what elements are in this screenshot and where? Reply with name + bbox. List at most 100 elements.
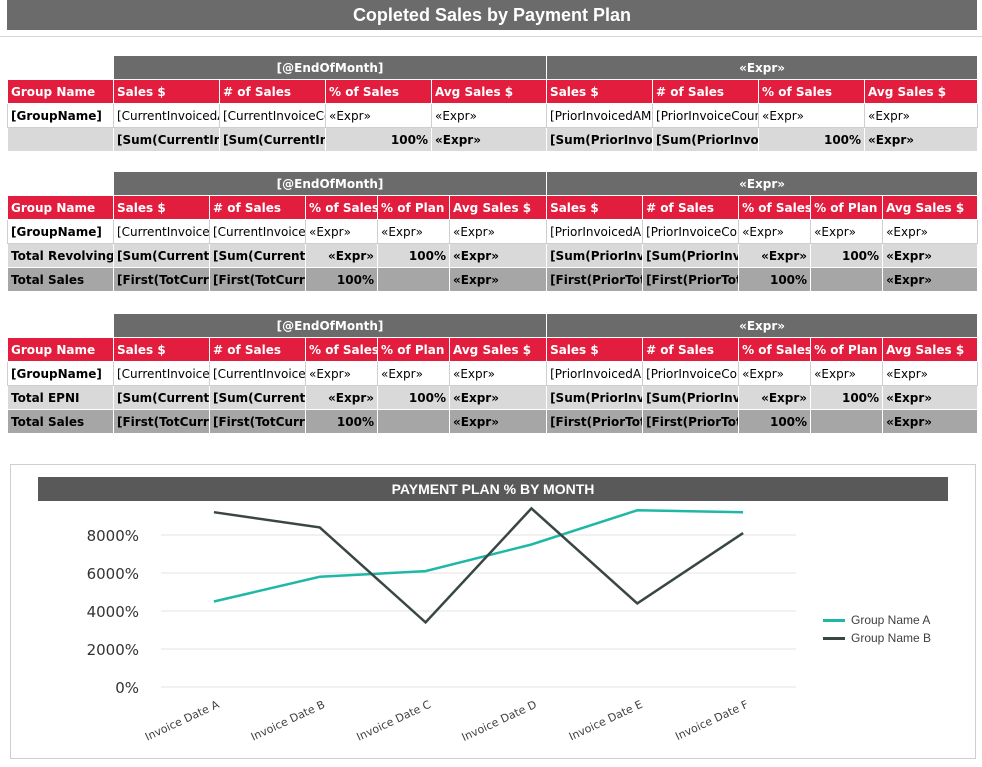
headers-cell: Sales $ bbox=[113, 195, 210, 220]
grand-row-cell: 100% bbox=[305, 267, 378, 292]
headers-cell: Avg Sales $ bbox=[448, 337, 548, 362]
total-row-cell: [Sum(PriorInvoi bbox=[546, 127, 654, 152]
total-row-cell bbox=[7, 127, 114, 152]
headers-cell: % of Sales bbox=[738, 195, 812, 220]
total-row-cell: [Sum(PriorInv bbox=[546, 385, 644, 410]
group-header-prior: «Expr» bbox=[546, 55, 979, 80]
headers-cell: % of Plan bbox=[377, 337, 450, 362]
total-row-cell: «Expr» bbox=[864, 127, 979, 152]
grand-row-cell: [First(PriorTot bbox=[642, 267, 740, 292]
title-divider bbox=[0, 36, 982, 37]
headers-cell: Sales $ bbox=[113, 79, 220, 104]
headers-cell: Sales $ bbox=[546, 79, 654, 104]
headers-cell: Group Name bbox=[7, 195, 114, 220]
grand-row-cell bbox=[810, 409, 884, 434]
data-row-cell: «Expr» bbox=[377, 361, 450, 386]
total-row-cell: [Sum(PriorInvoi bbox=[652, 127, 760, 152]
grand-row-cell: «Expr» bbox=[448, 409, 548, 434]
headers-cell: % of Plan bbox=[377, 195, 450, 220]
x-tick-label: Invoice Date C bbox=[355, 698, 434, 744]
data-row-cell: «Expr» bbox=[448, 361, 548, 386]
data-row-cell: [CurrentInvoice bbox=[209, 361, 306, 386]
column-header-row: Group Name Sales $ # of Sales% of Sales% o… bbox=[7, 337, 979, 362]
y-tick-label: 8000% bbox=[87, 527, 139, 545]
total-row-cell: Total Revolving bbox=[7, 243, 114, 268]
data-row-cell: «Expr» bbox=[810, 219, 884, 244]
headers-cell: Group Name bbox=[7, 337, 114, 362]
headers-cell: Sales $ bbox=[546, 337, 644, 362]
data-row-cell: [GroupName] bbox=[7, 103, 114, 128]
total-row-cell: «Expr» bbox=[882, 243, 979, 268]
grand-row-cell: 100% bbox=[738, 267, 812, 292]
grand-row-cell: 100% bbox=[738, 409, 812, 434]
data-row-cell: [PriorInvoiceCo bbox=[642, 219, 740, 244]
data-row-cell: «Expr» bbox=[810, 361, 884, 386]
y-tick-label: 6000% bbox=[87, 565, 139, 583]
sales-table-epni: [@EndOfMonth] «Expr» Group Name Sales $ # … bbox=[7, 313, 979, 434]
chart-legend: Group Name A Group Name B bbox=[823, 611, 931, 647]
header-spacer bbox=[7, 171, 114, 196]
headers-cell: Avg Sales $ bbox=[882, 337, 979, 362]
grand-row-cell: «Expr» bbox=[882, 267, 979, 292]
total-row-cell: «Expr» bbox=[448, 243, 548, 268]
data-row-cell: [GroupName] bbox=[7, 219, 114, 244]
x-tick-label: Invoice Date F bbox=[673, 698, 750, 743]
data-row-cell: «Expr» bbox=[738, 361, 812, 386]
legend-swatch-b bbox=[823, 636, 845, 640]
data-row-cell: «Expr» bbox=[882, 219, 979, 244]
data-row-cell: [PriorInvoicedA bbox=[546, 219, 644, 244]
grand-row-cell bbox=[377, 267, 450, 292]
headers-cell: # of Sales bbox=[642, 337, 740, 362]
y-tick-label: 4000% bbox=[87, 603, 139, 621]
y-tick-label: 2000% bbox=[87, 641, 139, 659]
table-row: [GroupName] [CurrentInvoice [CurrentInvoic… bbox=[7, 361, 979, 386]
data-row-cell: [PriorInvoiceCo bbox=[642, 361, 740, 386]
total-row-cell: [Sum(PriorInv bbox=[546, 243, 644, 268]
x-tick-label: Invoice Date A bbox=[143, 698, 222, 744]
headers-cell: # of Sales bbox=[652, 79, 760, 104]
grand-row-cell: Total Sales bbox=[7, 267, 114, 292]
headers-cell: # of Sales bbox=[642, 195, 740, 220]
headers-cell: % of Sales bbox=[738, 337, 812, 362]
header-spacer bbox=[7, 55, 114, 80]
total-row-cell: [Sum(CurrentInv bbox=[219, 127, 326, 152]
headers-cell: Sales $ bbox=[546, 195, 644, 220]
total-row-cell: [Sum(CurrentI bbox=[113, 243, 210, 268]
total-row-cell: [Sum(CurrentInv bbox=[113, 127, 220, 152]
grand-row-cell: [First(TotCurre bbox=[113, 409, 210, 434]
total-row-cell: [Sum(PriorInv bbox=[642, 385, 740, 410]
sales-table-revolving: [@EndOfMonth] «Expr» Group Name Sales $ # … bbox=[7, 171, 979, 292]
legend-label-a: Group Name A bbox=[851, 613, 931, 627]
group-header-current: [@EndOfMonth] bbox=[112, 313, 548, 338]
grand-row-cell: [First(TotCurre bbox=[209, 409, 306, 434]
data-row-cell: «Expr» bbox=[882, 361, 979, 386]
group-header-current: [@EndOfMonth] bbox=[112, 171, 548, 196]
x-tick-label: Invoice Date B bbox=[249, 698, 327, 744]
data-row-cell: «Expr» bbox=[377, 219, 450, 244]
column-header-row: Group Name Sales $ # of Sales% of Sales Avg… bbox=[7, 79, 979, 104]
table-row: [GroupName] [CurrentInvoice [CurrentInvoic… bbox=[7, 219, 979, 244]
total-row-cell: «Expr» bbox=[448, 385, 548, 410]
headers-cell: % of Sales bbox=[758, 79, 866, 104]
data-row-cell: «Expr» bbox=[430, 103, 548, 128]
data-row-cell: «Expr» bbox=[325, 103, 432, 128]
total-row-cell: 100% bbox=[758, 127, 866, 152]
data-row-cell: «Expr» bbox=[448, 219, 548, 244]
grand-row-cell bbox=[377, 409, 450, 434]
grand-row-cell: [First(TotCurre bbox=[209, 267, 306, 292]
legend-item-b: Group Name B bbox=[823, 629, 931, 647]
table-row: Total Sales [First(TotCurre [First(TotCurr… bbox=[7, 409, 979, 434]
total-row-cell: 100% bbox=[810, 243, 884, 268]
total-row-cell: [Sum(CurrentI bbox=[113, 385, 210, 410]
header-spacer bbox=[7, 313, 114, 338]
x-tick-label: Invoice Date E bbox=[567, 698, 645, 743]
headers-cell: # of Sales bbox=[209, 337, 306, 362]
total-row-cell: Total EPNI bbox=[7, 385, 114, 410]
data-row-cell: «Expr» bbox=[305, 219, 378, 244]
payment-plan-chart: PAYMENT PLAN % BY MONTH 0% 2000% 4000% 6000… bbox=[10, 464, 976, 759]
total-row-cell: [Sum(CurrentI bbox=[209, 385, 306, 410]
total-row-cell: «Expr» bbox=[305, 385, 378, 410]
data-row-cell: «Expr» bbox=[758, 103, 866, 128]
table-row: Total Revolving [Sum(CurrentI [Sum(Current… bbox=[7, 243, 979, 268]
total-row-cell: «Expr» bbox=[430, 127, 548, 152]
